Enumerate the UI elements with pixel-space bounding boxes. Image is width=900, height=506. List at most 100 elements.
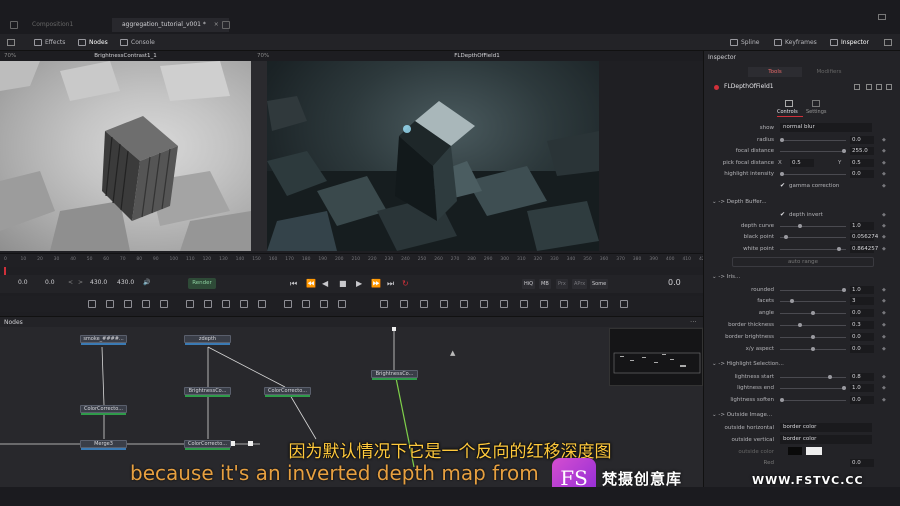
slider-knob[interactable] <box>784 235 788 239</box>
rounded-slider[interactable] <box>780 288 846 292</box>
next-icon[interactable]: > <box>78 279 83 286</box>
keyframe-dot-icon[interactable]: ◆ <box>882 374 886 380</box>
lightness-soften-value[interactable]: 0.0 <box>850 396 874 404</box>
viewer-left[interactable] <box>0 61 251 251</box>
slider-knob[interactable] <box>811 335 815 339</box>
particle-tool-icon[interactable] <box>420 300 428 308</box>
text-tool-icon[interactable] <box>142 300 150 308</box>
polygon-tool-icon[interactable] <box>320 300 328 308</box>
jump-start-icon[interactable]: ⏮ <box>290 279 297 289</box>
xy-aspect-slider[interactable] <box>780 347 846 351</box>
keyframe-dot-icon[interactable]: ◆ <box>882 160 886 166</box>
slider-knob[interactable] <box>811 347 815 351</box>
background-tool-icon[interactable] <box>88 300 96 308</box>
controls-icon[interactable] <box>785 100 793 107</box>
fbx-tool-icon[interactable] <box>580 300 588 308</box>
jump-end-icon[interactable]: ⏭ <box>387 279 394 289</box>
slider-knob[interactable] <box>811 311 815 315</box>
white-point-slider[interactable] <box>780 247 846 251</box>
text3d-tool-icon[interactable] <box>540 300 548 308</box>
auto-range-button[interactable]: auto range <box>732 257 874 267</box>
console-button[interactable]: Console <box>120 34 155 51</box>
slider-knob[interactable] <box>780 138 784 142</box>
tab-aggregation-tutorial[interactable]: aggregation_tutorial_v001 * × <box>112 18 229 32</box>
some-button[interactable]: Some <box>590 279 609 289</box>
node-brightness-contrast-2[interactable]: BrightnessCo... <box>371 370 418 380</box>
viewer-right[interactable] <box>267 61 599 251</box>
controls-tab[interactable]: Controls <box>777 109 798 115</box>
keyframe-dot-icon[interactable]: ◆ <box>882 397 886 403</box>
lock-icon[interactable] <box>876 84 882 90</box>
loop-icon[interactable]: ↻ <box>402 279 409 289</box>
step-back-icon[interactable]: ⏪ <box>306 279 316 289</box>
hiq-button[interactable]: HiQ <box>522 279 536 289</box>
pick-x-value[interactable]: 0.5 <box>790 159 814 167</box>
rounded-value[interactable]: 1.0 <box>850 286 874 294</box>
keyframe-dot-icon[interactable]: ◆ <box>882 334 886 340</box>
lightness-end-slider[interactable] <box>780 386 846 390</box>
transform-tool-icon[interactable] <box>380 300 388 308</box>
reset-icon[interactable] <box>886 84 892 90</box>
show-dropdown[interactable]: normal blur <box>780 123 872 132</box>
effect-tool-icon[interactable] <box>620 300 628 308</box>
version-icon[interactable] <box>854 84 860 90</box>
slider-knob[interactable] <box>798 323 802 327</box>
camera-tool-icon[interactable] <box>440 300 448 308</box>
slider-knob[interactable] <box>798 224 802 228</box>
light-tool-icon[interactable] <box>460 300 468 308</box>
timeline-ruler[interactable]: 0 10 20 30 40 50 60 70 80 90 100 110 120 130 140 150 160… <box>0 253 708 267</box>
tab-tools[interactable]: Tools <box>748 67 802 77</box>
lightness-start-value[interactable]: 0.8 <box>850 373 874 381</box>
keyframe-dot-icon[interactable]: ◆ <box>882 246 886 252</box>
gamma-correction-checkbox[interactable]: ✔ <box>780 182 785 189</box>
image-plane-tool-icon[interactable] <box>560 300 568 308</box>
fullscreen-icon[interactable] <box>878 14 886 20</box>
renderer3d-tool-icon[interactable] <box>500 300 508 308</box>
prev-icon[interactable]: < <box>68 279 73 286</box>
keyframe-dot-icon[interactable]: ◆ <box>882 385 886 391</box>
brightness-tool-icon[interactable] <box>240 300 248 308</box>
merge3d-tool-icon[interactable] <box>520 300 528 308</box>
panel-toggle-right-icon[interactable] <box>884 39 892 46</box>
particles3d-tool-icon[interactable] <box>600 300 608 308</box>
audio-icon[interactable]: 🔊 <box>143 279 150 286</box>
slider-knob[interactable] <box>842 288 846 292</box>
keyframe-dot-icon[interactable]: ◆ <box>882 298 886 304</box>
render-button[interactable]: Render <box>188 278 216 289</box>
render-start-field[interactable]: 0.0 <box>45 279 55 286</box>
depth-invert-checkbox[interactable]: ✔ <box>780 211 785 218</box>
effects-button[interactable]: Effects <box>34 34 65 51</box>
keyframe-dot-icon[interactable]: ◆ <box>882 171 886 177</box>
iris-section[interactable]: ⌄ -> Iris... <box>712 274 740 280</box>
slider-knob[interactable] <box>780 398 784 402</box>
node-color-corrector-1[interactable]: ColorCorrecto... <box>264 387 311 397</box>
highlight-selection-section[interactable]: ⌄ -> Highlight Selection... <box>712 361 784 367</box>
slider-knob[interactable] <box>842 149 846 153</box>
keyframe-dot-icon[interactable]: ◆ <box>882 148 886 154</box>
prx-button[interactable]: Prx <box>556 279 568 289</box>
color-tool-icon[interactable] <box>222 300 230 308</box>
black-point-slider[interactable] <box>780 235 846 239</box>
mask-tool-icon[interactable] <box>284 300 292 308</box>
red-value[interactable]: 0.0 <box>850 459 874 467</box>
keyframe-dot-icon[interactable]: ◆ <box>882 322 886 328</box>
stop-icon[interactable]: ■ <box>339 279 347 289</box>
settings-tab[interactable]: Settings <box>806 109 827 115</box>
black-point-value[interactable]: 0.056274 <box>850 233 878 241</box>
paint-tool-icon[interactable] <box>106 300 114 308</box>
slider-knob[interactable] <box>837 247 841 251</box>
pick-y-value[interactable]: 0.5 <box>850 159 874 167</box>
slider-knob[interactable] <box>780 172 784 176</box>
layout-icon[interactable] <box>10 21 18 29</box>
focal-distance-value[interactable]: 255.0 <box>850 147 874 155</box>
keyframes-button[interactable]: Keyframes <box>774 34 817 51</box>
depth-curve-value[interactable]: 1.0 <box>850 222 874 230</box>
keyframe-dot-icon[interactable]: ◆ <box>882 212 886 218</box>
depth-buffer-section[interactable]: ⌄ -> Depth Buffer... <box>712 199 767 205</box>
node-color-corrector-2[interactable]: ColorCorrecto... <box>80 405 127 415</box>
facets-value[interactable]: 3 <box>850 297 874 305</box>
step-forward-icon[interactable]: ⏩ <box>371 279 381 289</box>
nodes-button[interactable]: Nodes <box>78 34 108 51</box>
node-minimap[interactable] <box>609 328 703 386</box>
blur-tool-icon[interactable] <box>204 300 212 308</box>
